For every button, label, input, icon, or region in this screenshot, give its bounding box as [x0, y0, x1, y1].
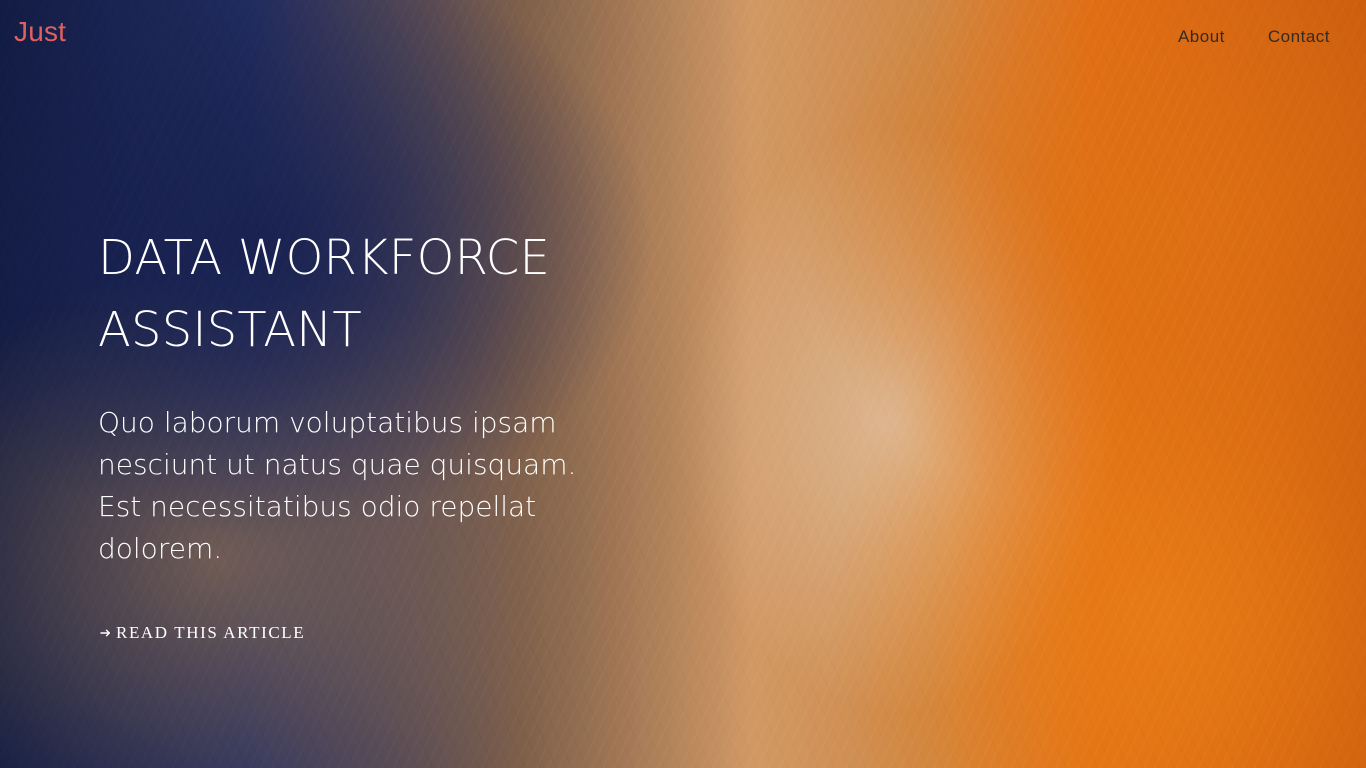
read-article-label: READ THIS ARTICLE: [116, 623, 306, 642]
hero-title-line-1: DATA WORKFORCE: [98, 230, 550, 286]
brand-logo[interactable]: Just: [14, 16, 66, 48]
arrow-right-icon: [100, 627, 112, 639]
hero-title-line-2: ASSISTANT: [98, 302, 362, 358]
nav-link-contact[interactable]: Contact: [1268, 27, 1330, 47]
site-header: Just About Contact: [0, 0, 1366, 80]
hero-content: DATA WORKFORCE ASSISTANT Quo laborum vol…: [98, 222, 618, 570]
nav-link-about[interactable]: About: [1178, 27, 1225, 47]
hero-title: DATA WORKFORCE ASSISTANT: [98, 222, 618, 366]
primary-nav: About Contact: [1178, 27, 1330, 47]
read-article-link[interactable]: READ THIS ARTICLE: [100, 623, 305, 643]
hero-description: Quo laborum voluptatibus ipsam nesciunt …: [98, 406, 577, 565]
